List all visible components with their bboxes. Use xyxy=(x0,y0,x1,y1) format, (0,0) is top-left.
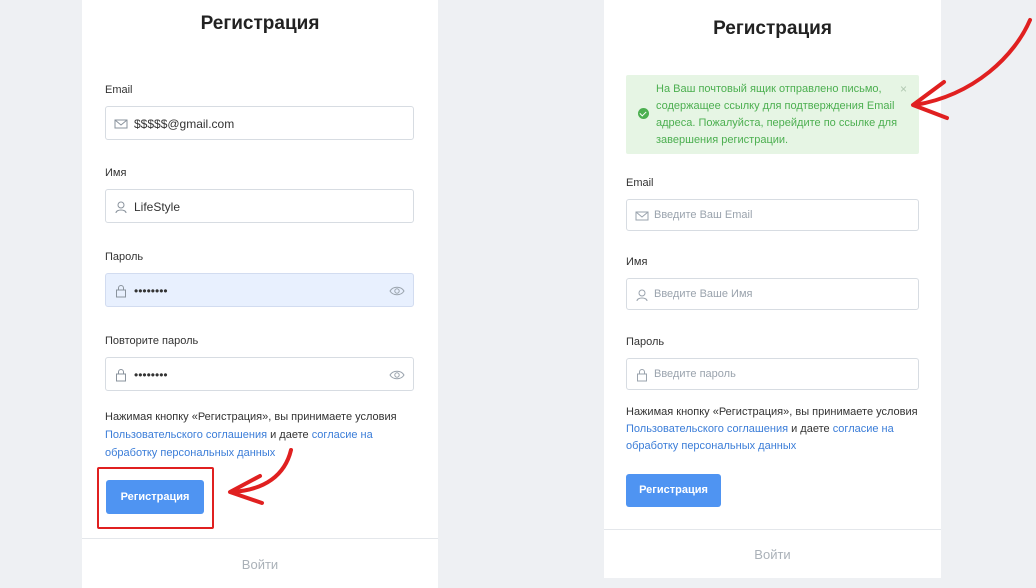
email-placeholder: Введите Ваш Email xyxy=(654,209,753,221)
terms-middle: и даете xyxy=(267,429,312,441)
repeat-password-label: Повторите пароль xyxy=(105,335,199,347)
register-button[interactable]: Регистрация xyxy=(626,474,721,507)
show-password-icon[interactable] xyxy=(389,284,405,298)
form-title: Регистрация xyxy=(200,13,320,34)
alert-message: На Ваш почтовый ящик отправлено письмо, … xyxy=(656,83,898,146)
name-value: LifeStyle xyxy=(134,200,181,214)
consent-link-part2[interactable]: обработку персональных данных xyxy=(626,440,796,452)
divider xyxy=(82,538,438,539)
check-circle-icon xyxy=(638,108,649,119)
email-field[interactable]: $$$$$@gmail.com xyxy=(105,106,414,140)
repeat-password-value: •••••••• xyxy=(134,368,168,382)
terms-text: Нажимая кнопку «Регистрация», вы принима… xyxy=(626,404,926,455)
user-icon xyxy=(115,201,127,214)
lock-icon xyxy=(116,369,126,382)
mail-icon xyxy=(635,211,649,221)
close-icon[interactable]: × xyxy=(900,82,907,96)
registration-card-success: Регистрация На Ваш почтовый ящик отправл… xyxy=(604,0,941,578)
user-agreement-link[interactable]: Пользовательского соглашения xyxy=(626,423,788,435)
user-icon xyxy=(636,289,648,302)
terms-prefix: Нажимая кнопку «Регистрация», вы принима… xyxy=(105,411,397,423)
annotation-highlight-box xyxy=(97,467,214,529)
lock-icon xyxy=(116,285,126,298)
email-label: Email xyxy=(626,177,654,189)
password-label: Пароль xyxy=(626,336,665,348)
terms-prefix: Нажимая кнопку «Регистрация», вы принима… xyxy=(626,406,918,418)
consent-link-part1[interactable]: согласие на xyxy=(312,429,373,441)
consent-link-part1[interactable]: согласие на xyxy=(833,423,894,435)
name-placeholder: Введите Ваше Имя xyxy=(654,288,753,300)
password-field[interactable]: •••••••• xyxy=(105,273,414,307)
email-value: $$$$$@gmail.com xyxy=(134,117,235,131)
password-value: •••••••• xyxy=(134,284,168,298)
terms-middle: и даете xyxy=(788,423,833,435)
email-field[interactable]: Введите Ваш Email xyxy=(626,199,919,231)
name-label: Имя xyxy=(626,256,648,268)
show-password-icon[interactable] xyxy=(389,368,405,382)
user-agreement-link[interactable]: Пользовательского соглашения xyxy=(105,429,267,441)
name-field[interactable]: Введите Ваше Имя xyxy=(626,278,919,310)
name-field[interactable]: LifeStyle xyxy=(105,189,414,223)
mail-icon xyxy=(114,119,128,129)
login-link[interactable]: Войти xyxy=(604,547,941,562)
form-title: Регистрация xyxy=(713,18,832,39)
password-field[interactable]: Введите пароль xyxy=(626,358,919,390)
name-label: Имя xyxy=(105,167,127,179)
repeat-password-field[interactable]: •••••••• xyxy=(105,357,414,391)
divider xyxy=(604,529,941,530)
email-label: Email xyxy=(105,84,133,96)
login-link[interactable]: Войти xyxy=(82,557,438,572)
password-placeholder: Введите пароль xyxy=(654,368,736,380)
lock-icon xyxy=(637,369,647,382)
password-label: Пароль xyxy=(105,251,144,263)
terms-text: Нажимая кнопку «Регистрация», вы принима… xyxy=(105,408,415,462)
success-alert: На Ваш почтовый ящик отправлено письмо, … xyxy=(626,75,919,154)
consent-link-part2[interactable]: обработку персональных данных xyxy=(105,447,275,459)
